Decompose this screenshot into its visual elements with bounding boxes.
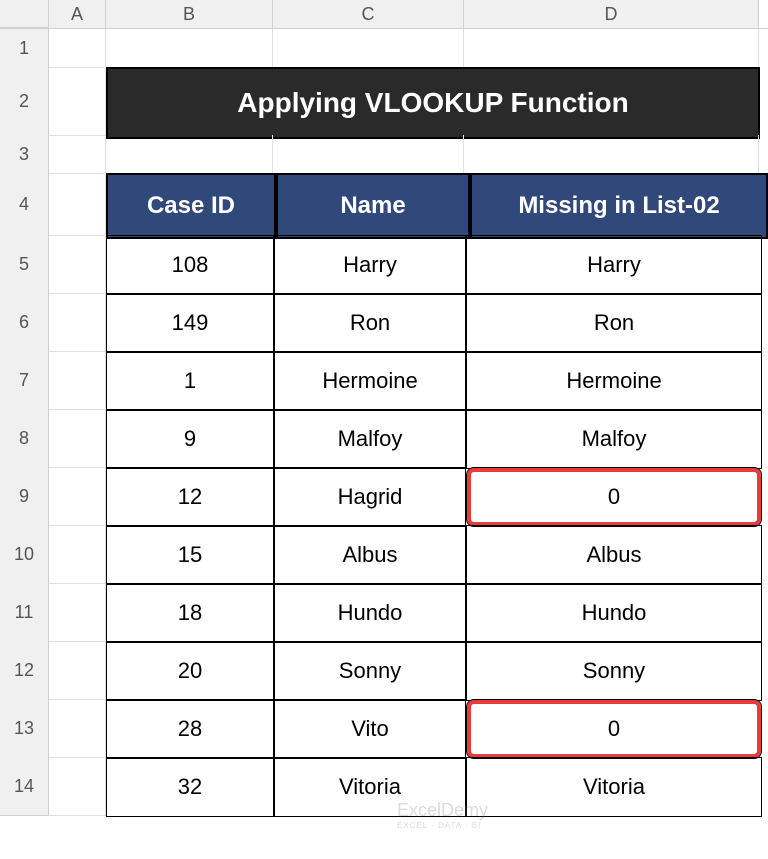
row-header-1[interactable]: 1 xyxy=(0,29,49,68)
row-header-4[interactable]: 4 xyxy=(0,173,49,236)
cell-case-id-10[interactable]: 15 xyxy=(106,525,274,585)
cell-missing-6[interactable]: Ron xyxy=(466,293,762,353)
cell-A4[interactable] xyxy=(49,173,106,236)
cell-name-7[interactable]: Hermoine xyxy=(274,351,466,411)
cell-C3[interactable] xyxy=(273,135,464,174)
cell-case-id-9[interactable]: 12 xyxy=(106,467,274,527)
cell-D3[interactable] xyxy=(464,135,759,174)
col-header-A[interactable]: A xyxy=(49,0,106,28)
row-header-5[interactable]: 5 xyxy=(0,235,49,294)
cell-missing-7[interactable]: Hermoine xyxy=(466,351,762,411)
col-header-D[interactable]: D xyxy=(464,0,759,28)
cell-A12[interactable] xyxy=(49,641,106,700)
row-header-6[interactable]: 6 xyxy=(0,293,49,352)
cell-case-id-7[interactable]: 1 xyxy=(106,351,274,411)
row-14: 1432VitoriaVitoria xyxy=(0,757,768,815)
cell-case-id-13[interactable]: 28 xyxy=(106,699,274,759)
cell-name-5[interactable]: Harry xyxy=(274,235,466,295)
cell-A2[interactable] xyxy=(49,67,106,136)
row-1: 1 xyxy=(0,29,768,67)
cell-missing-8[interactable]: Malfoy xyxy=(466,409,762,469)
cell-A6[interactable] xyxy=(49,293,106,352)
cell-D1[interactable] xyxy=(464,29,759,68)
cell-case-id-8[interactable]: 9 xyxy=(106,409,274,469)
cell-A1[interactable] xyxy=(49,29,106,68)
row-13: 13 28Vito0 xyxy=(0,699,768,757)
cell-case-id-11[interactable]: 18 xyxy=(106,583,274,643)
cell-missing-9[interactable]: 0 xyxy=(466,467,762,527)
cell-missing-10[interactable]: Albus xyxy=(466,525,762,585)
col-header-C[interactable]: C xyxy=(273,0,464,28)
cell-case-id-14[interactable]: 32 xyxy=(106,757,274,817)
cell-case-id-6[interactable]: 149 xyxy=(106,293,274,353)
cell-name-6[interactable]: Ron xyxy=(274,293,466,353)
row-header-12[interactable]: 12 xyxy=(0,641,49,700)
cell-A8[interactable] xyxy=(49,409,106,468)
cell-C1[interactable] xyxy=(273,29,464,68)
col-header-B[interactable]: B xyxy=(106,0,273,28)
row-header-7[interactable]: 7 xyxy=(0,351,49,410)
row-10: 1015AlbusAlbus xyxy=(0,525,768,583)
title-cell[interactable]: Applying VLOOKUP Function xyxy=(106,67,760,139)
row-header-3[interactable]: 3 xyxy=(0,135,49,174)
row-header-2[interactable]: 2 xyxy=(0,67,49,136)
row-3: 3 xyxy=(0,135,768,173)
cell-name-11[interactable]: Hundo xyxy=(274,583,466,643)
row-12: 1220SonnySonny xyxy=(0,641,768,699)
cell-name-13[interactable]: Vito xyxy=(274,699,466,759)
row-7: 71HermoineHermoine xyxy=(0,351,768,409)
cell-A3[interactable] xyxy=(49,135,106,174)
header-case-id[interactable]: Case ID xyxy=(106,173,276,239)
column-headers-row: A B C D xyxy=(0,0,768,29)
cell-case-id-5[interactable]: 108 xyxy=(106,235,274,295)
row-header-11[interactable]: 11 xyxy=(0,583,49,642)
row-header-9[interactable]: 9 xyxy=(0,467,49,526)
row-11: 1118HundoHundo xyxy=(0,583,768,641)
cell-case-id-12[interactable]: 20 xyxy=(106,641,274,701)
cell-name-10[interactable]: Albus xyxy=(274,525,466,585)
cell-A5[interactable] xyxy=(49,235,106,294)
row-5: 5108HarryHarry xyxy=(0,235,768,293)
row-header-8[interactable]: 8 xyxy=(0,409,49,468)
cell-missing-5[interactable]: Harry xyxy=(466,235,762,295)
cell-missing-13[interactable]: 0 xyxy=(466,699,762,759)
watermark-tag: EXCEL · DATA · BI xyxy=(397,821,488,830)
cell-missing-14[interactable]: Vitoria xyxy=(466,757,762,817)
cell-B3[interactable] xyxy=(106,135,273,174)
header-missing[interactable]: Missing in List-02 xyxy=(470,173,768,239)
row-9: 9 12Hagrid0 xyxy=(0,467,768,525)
spreadsheet: A B C D 1 2 Applying VLOOKUP Function 3 … xyxy=(0,0,768,815)
cell-A10[interactable] xyxy=(49,525,106,584)
row-header-10[interactable]: 10 xyxy=(0,525,49,584)
cell-name-12[interactable]: Sonny xyxy=(274,641,466,701)
select-all-corner[interactable] xyxy=(0,0,49,28)
cell-missing-12[interactable]: Sonny xyxy=(466,641,762,701)
cell-A11[interactable] xyxy=(49,583,106,642)
row-header-13[interactable]: 13 xyxy=(0,699,49,758)
row-header-14[interactable]: 14 xyxy=(0,757,49,816)
row-8: 89MalfoyMalfoy xyxy=(0,409,768,467)
row-2: 2 Applying VLOOKUP Function xyxy=(0,67,768,135)
cell-name-9[interactable]: Hagrid xyxy=(274,467,466,527)
cell-A14[interactable] xyxy=(49,757,106,816)
row-4: 4 Case ID Name Missing in List-02 xyxy=(0,173,768,235)
row-6: 6149RonRon xyxy=(0,293,768,351)
cell-name-8[interactable]: Malfoy xyxy=(274,409,466,469)
cell-B1[interactable] xyxy=(106,29,273,68)
cell-A7[interactable] xyxy=(49,351,106,410)
header-name[interactable]: Name xyxy=(276,173,470,239)
cell-A9[interactable] xyxy=(49,467,106,526)
cell-name-14[interactable]: Vitoria xyxy=(274,757,466,817)
cell-A13[interactable] xyxy=(49,699,106,758)
cell-missing-11[interactable]: Hundo xyxy=(466,583,762,643)
